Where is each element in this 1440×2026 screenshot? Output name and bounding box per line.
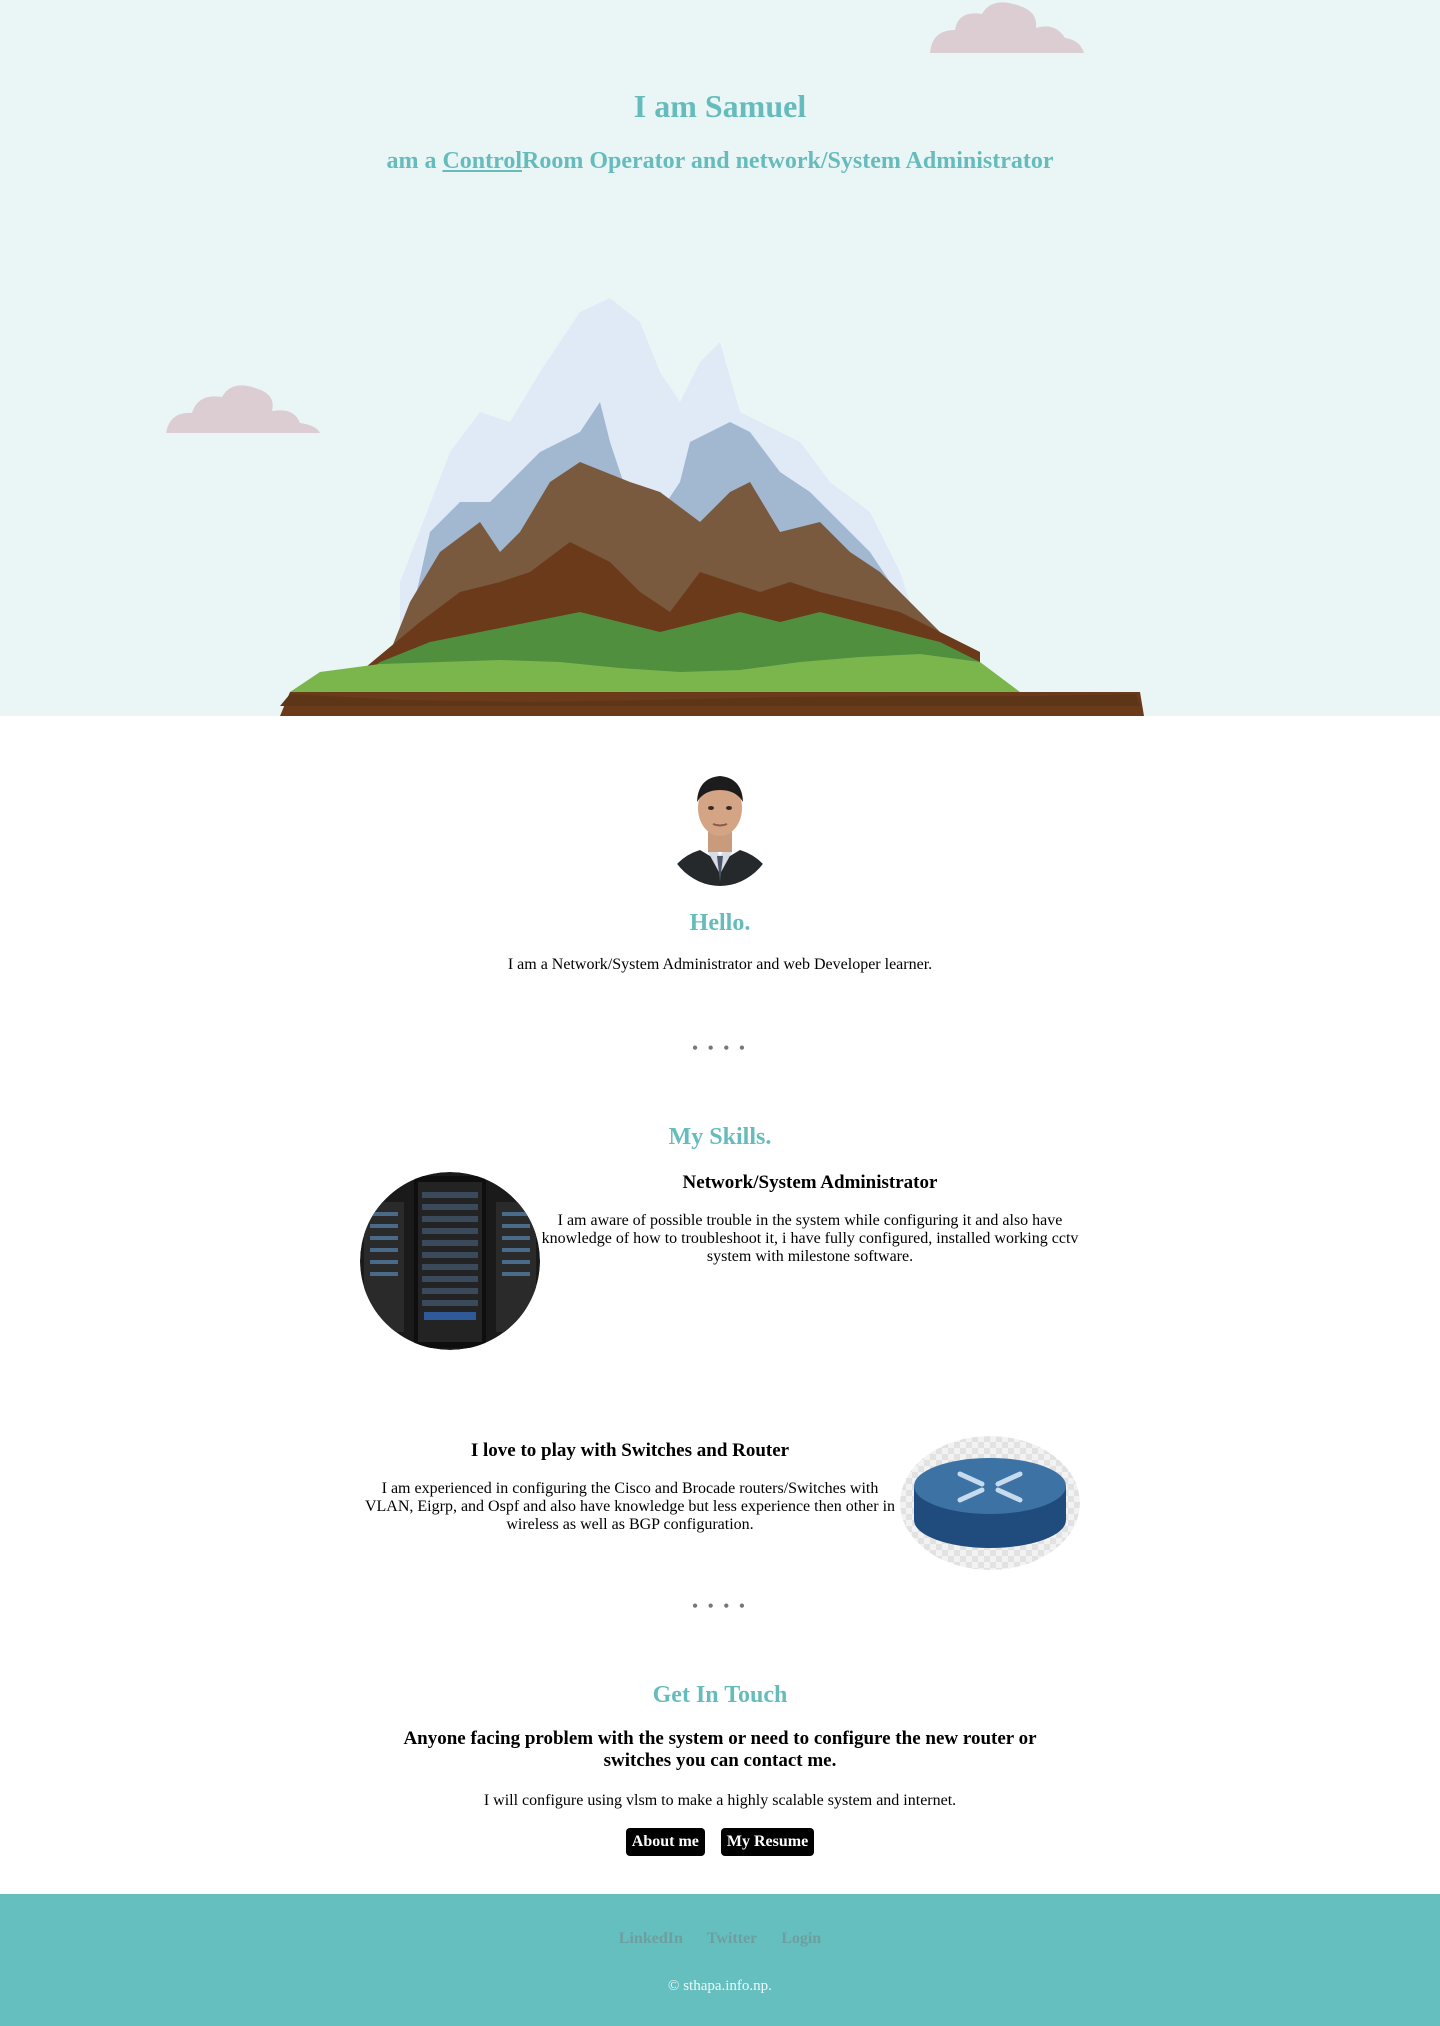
skill-switches-router: I love to play with Switches and Router … [360,1440,900,1534]
my-resume-button[interactable]: My Resume [720,1828,815,1856]
cloud-image [930,2,1084,53]
subtitle-suffix: Room Operator and network/System Adminis… [522,148,1054,174]
mountain-illustration [280,298,1144,716]
router-image [900,1436,1080,1570]
twitter-link[interactable]: Twitter [707,1930,757,1948]
hero-subtitle: am a ControlRoom Operator and network/Sy… [0,148,1440,175]
avatar [664,762,776,886]
skill-network-admin: Network/System Administrator I am aware … [540,1172,1080,1266]
skill-description: I am aware of possible trouble in the sy… [541,1212,1079,1265]
hero-title: I am Samuel [633,88,807,124]
about-heading: Hello. [689,910,751,936]
contact-buttons: About me My Resume [0,1828,1440,1856]
profile-photo [664,762,776,886]
login-link[interactable]: Login [781,1930,821,1948]
subtitle-prefix: am a [386,148,443,174]
hero-section: I am Samuel am a ControlRoom Operator an… [0,0,1440,716]
skill-description: I am experienced in configuring the Cisc… [364,1480,896,1533]
footer: LinkedIn Twitter Login © sthapa.info.np. [0,1894,1440,2026]
section-divider: • • • • [692,1598,748,1615]
linkedin-link[interactable]: LinkedIn [619,1930,683,1948]
contact-heading: Get In Touch [652,1682,788,1708]
skills-heading: My Skills. [668,1124,772,1150]
footer-links: LinkedIn Twitter Login [0,1930,1440,1948]
skill-title: Network/System Administrator [682,1172,938,1193]
about-me-button[interactable]: About me [625,1828,705,1856]
contact-text: I will configure using vlsm to make a hi… [483,1792,957,1809]
server-rack-image [360,1172,540,1350]
contact-subheading: Anyone facing problem with the system or… [403,1728,1037,1771]
section-divider: • • • • [692,1040,748,1057]
about-text: I am a Network/System Administrator and … [507,956,933,973]
skill-title: I love to play with Switches and Router [470,1440,790,1461]
control-link[interactable]: Control [442,148,522,174]
copyright: © sthapa.info.np. [668,1978,772,1994]
